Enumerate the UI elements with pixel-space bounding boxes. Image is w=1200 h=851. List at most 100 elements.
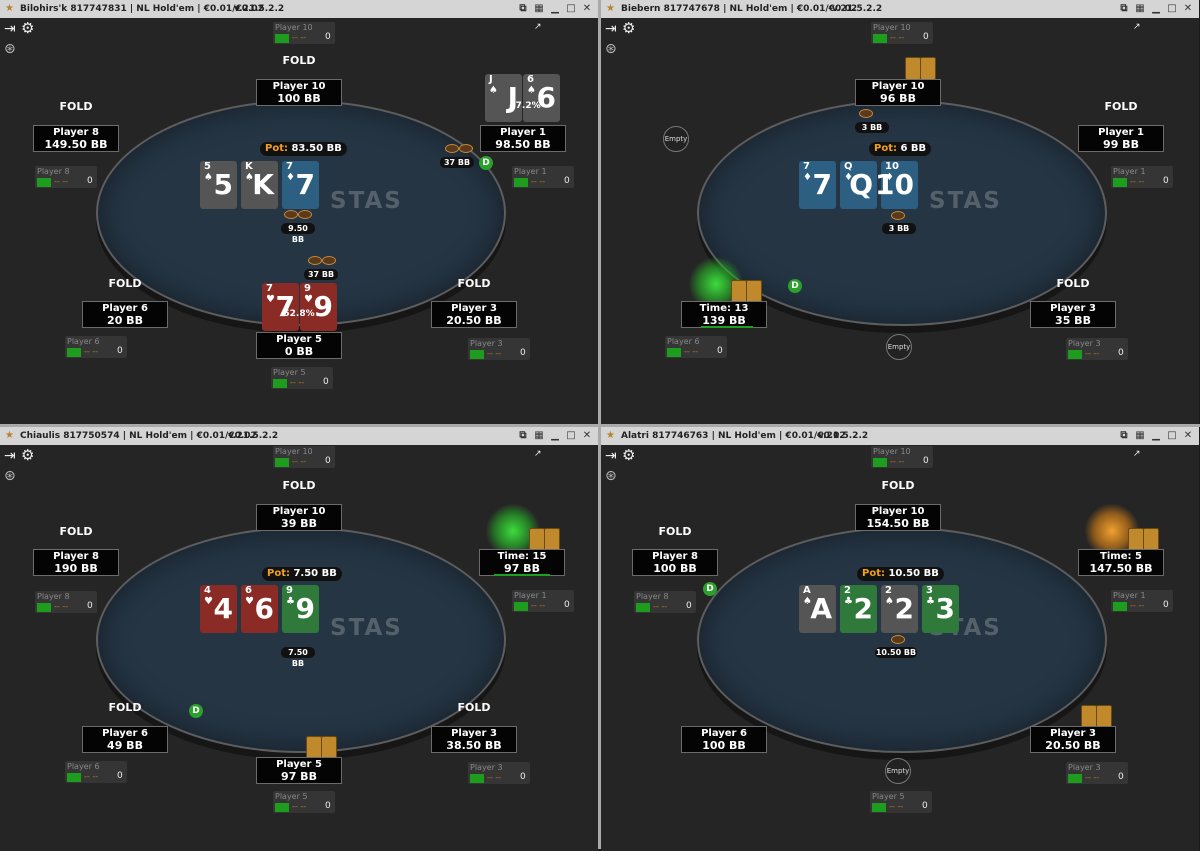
tag-count: 0 [87, 601, 93, 611]
seat-nameplate[interactable]: Player 8 149.50 BB [33, 125, 119, 152]
board-card: 4 ♥ 4 [200, 585, 237, 633]
gear-icon[interactable]: ⚙ [21, 448, 34, 463]
seat-nameplate[interactable]: Time: 13 139 BB [681, 301, 767, 328]
network-icon[interactable]: ⊛ [605, 469, 617, 483]
star-icon[interactable]: ★ [5, 427, 14, 445]
card-suit: ♥ [204, 596, 213, 607]
chart-icon[interactable]: ↗ [534, 22, 542, 32]
seat-nameplate[interactable]: Player 1 98.50 BB [480, 125, 566, 152]
minimize-icon[interactable]: ▁ [548, 0, 562, 18]
player-tag[interactable]: Player 5 -- -- 0 [273, 791, 335, 813]
exit-icon[interactable]: ⇥ [605, 22, 617, 36]
player-tag[interactable]: Player 3 -- -- 0 [468, 338, 530, 360]
tile-icon[interactable]: ⧉ [516, 0, 530, 18]
empty-seat-button[interactable]: Empty [886, 334, 912, 360]
star-icon[interactable]: ★ [5, 0, 14, 18]
seat-nameplate[interactable]: Player 50 BB [256, 332, 342, 359]
empty-seat-button[interactable]: Empty [885, 758, 911, 784]
network-icon[interactable]: ⊛ [4, 42, 16, 56]
close-icon[interactable]: ✕ [1181, 427, 1195, 445]
player-tag[interactable]: Player 3 -- -- 0 [468, 762, 530, 784]
maximize-icon[interactable]: □ [564, 0, 578, 18]
tile-icon[interactable]: ⧉ [516, 427, 530, 445]
player-tag[interactable]: Player 1 -- -- 0 [1111, 166, 1173, 188]
maximize-icon[interactable]: □ [1165, 0, 1179, 18]
grid-icon[interactable]: ▦ [1133, 427, 1147, 445]
player-tag[interactable]: Player 8 -- -- 0 [634, 591, 696, 613]
empty-seat-button[interactable]: Empty [663, 126, 689, 152]
player-tag[interactable]: Player 8 -- -- 0 [35, 591, 97, 613]
card-back-icon [306, 736, 322, 759]
seat-nameplate[interactable]: Player 6 20 BB [82, 301, 168, 328]
network-icon[interactable]: ⊛ [605, 42, 617, 56]
gear-icon[interactable]: ⚙ [21, 21, 34, 36]
maximize-icon[interactable]: □ [564, 427, 578, 445]
seat-nameplate[interactable]: Player 3 20.50 BB [431, 301, 517, 328]
seat-nameplate[interactable]: Player 3 38.50 BB [431, 726, 517, 753]
close-icon[interactable]: ✕ [1181, 0, 1195, 18]
seat-nameplate[interactable]: Player 5 97 BB [256, 757, 342, 784]
title-bar[interactable]: ★ Chiaulis 817750574 | NL Hold'em | €0.0… [0, 427, 598, 445]
tag-name: Player 1 [1113, 167, 1146, 176]
seat-nameplate[interactable]: Player 10 96 BB [855, 79, 941, 106]
grid-icon[interactable]: ▦ [532, 427, 546, 445]
seat-nameplate[interactable]: Player 3 35 BB [1030, 301, 1116, 328]
star-icon[interactable]: ★ [606, 427, 615, 445]
player-tag[interactable]: Player 3 -- -- 0 [1066, 338, 1128, 360]
card-suit: ♥ [304, 294, 313, 305]
maximize-icon[interactable]: □ [1165, 427, 1179, 445]
player-tag[interactable]: Player 3 -- -- 0 [1066, 762, 1128, 784]
player-tag[interactable]: Player 1 -- -- 0 [512, 590, 574, 612]
player-tag[interactable]: Player 6 -- -- 0 [65, 336, 127, 358]
player-tag[interactable]: Player 10 -- -- 0 [871, 446, 933, 468]
table-title: Chiaulis 817750574 | NL Hold'em | €0.01/… [20, 431, 257, 441]
close-icon[interactable]: ✕ [580, 427, 594, 445]
title-bar[interactable]: ★ Alatri 817746763 | NL Hold'em | €0.01/… [601, 427, 1199, 445]
player-tag[interactable]: Player 8 -- -- 0 [35, 166, 97, 188]
minimize-icon[interactable]: ▁ [548, 427, 562, 445]
seat-nameplate[interactable]: Player 3 20.50 BB [1030, 726, 1116, 753]
close-icon[interactable]: ✕ [580, 0, 594, 18]
exit-icon[interactable]: ⇥ [605, 449, 617, 463]
tile-icon[interactable]: ⧉ [1117, 0, 1131, 18]
chart-icon[interactable]: ↗ [534, 449, 542, 459]
player-tag[interactable]: Player 6 -- -- 0 [665, 336, 727, 358]
seat-nameplate[interactable]: Player 10 39 BB [256, 504, 342, 531]
seat-nameplate[interactable]: Player 1 99 BB [1078, 125, 1164, 152]
player-tag[interactable]: Player 10 -- -- 0 [871, 22, 933, 44]
player-tag[interactable]: Player 1 -- -- 0 [512, 166, 574, 188]
player-tag[interactable]: Player 5 -- -- 0 [271, 367, 333, 389]
player-tag[interactable]: Player 10 -- -- 0 [273, 446, 335, 468]
exit-icon[interactable]: ⇥ [4, 22, 16, 36]
seat-nameplate[interactable]: Player 10 100 BB [256, 79, 342, 106]
title-bar[interactable]: ★ Biebern 817747678 | NL Hold'em | €0.01… [601, 0, 1199, 18]
grid-icon[interactable]: ▦ [1133, 0, 1147, 18]
card-rank-large: 7 [812, 168, 832, 201]
minimize-icon[interactable]: ▁ [1149, 0, 1163, 18]
seat-nameplate[interactable]: Player 8 100 BB [632, 549, 718, 576]
seat-nameplate[interactable]: Player 6 49 BB [82, 726, 168, 753]
chart-icon[interactable]: ↗ [1133, 449, 1141, 459]
player-tag[interactable]: Player 10 -- -- 0 [273, 22, 335, 44]
minimize-icon[interactable]: ▁ [1149, 427, 1163, 445]
chart-icon[interactable]: ↗ [1133, 22, 1141, 32]
grid-icon[interactable]: ▦ [532, 0, 546, 18]
player-tag[interactable]: Player 1 -- -- 0 [1111, 590, 1173, 612]
title-bar[interactable]: ★ Bilohirs'k 817747831 | NL Hold'em | €0… [0, 0, 598, 18]
seat-nameplate[interactable]: Player 10 154.50 BB [855, 504, 941, 531]
seat-nameplate[interactable]: Player 6 100 BB [681, 726, 767, 753]
exit-icon[interactable]: ⇥ [4, 449, 16, 463]
gear-icon[interactable]: ⚙ [622, 21, 635, 36]
seat-nameplate[interactable]: Time: 5 147.50 BB [1078, 549, 1164, 576]
tag-dashes: -- -- [684, 347, 699, 356]
seat-nameplate[interactable]: Player 8 190 BB [33, 549, 119, 576]
tag-count: 0 [520, 348, 526, 358]
tile-icon[interactable]: ⧉ [1117, 427, 1131, 445]
player-tag[interactable]: Player 6 -- -- 0 [65, 761, 127, 783]
star-icon[interactable]: ★ [606, 0, 615, 18]
tag-dashes: -- -- [1085, 349, 1100, 358]
seat-nameplate[interactable]: Time: 15 97 BB [479, 549, 565, 576]
player-tag[interactable]: Player 5 -- -- 0 [870, 791, 932, 813]
gear-icon[interactable]: ⚙ [622, 448, 635, 463]
network-icon[interactable]: ⊛ [4, 469, 16, 483]
